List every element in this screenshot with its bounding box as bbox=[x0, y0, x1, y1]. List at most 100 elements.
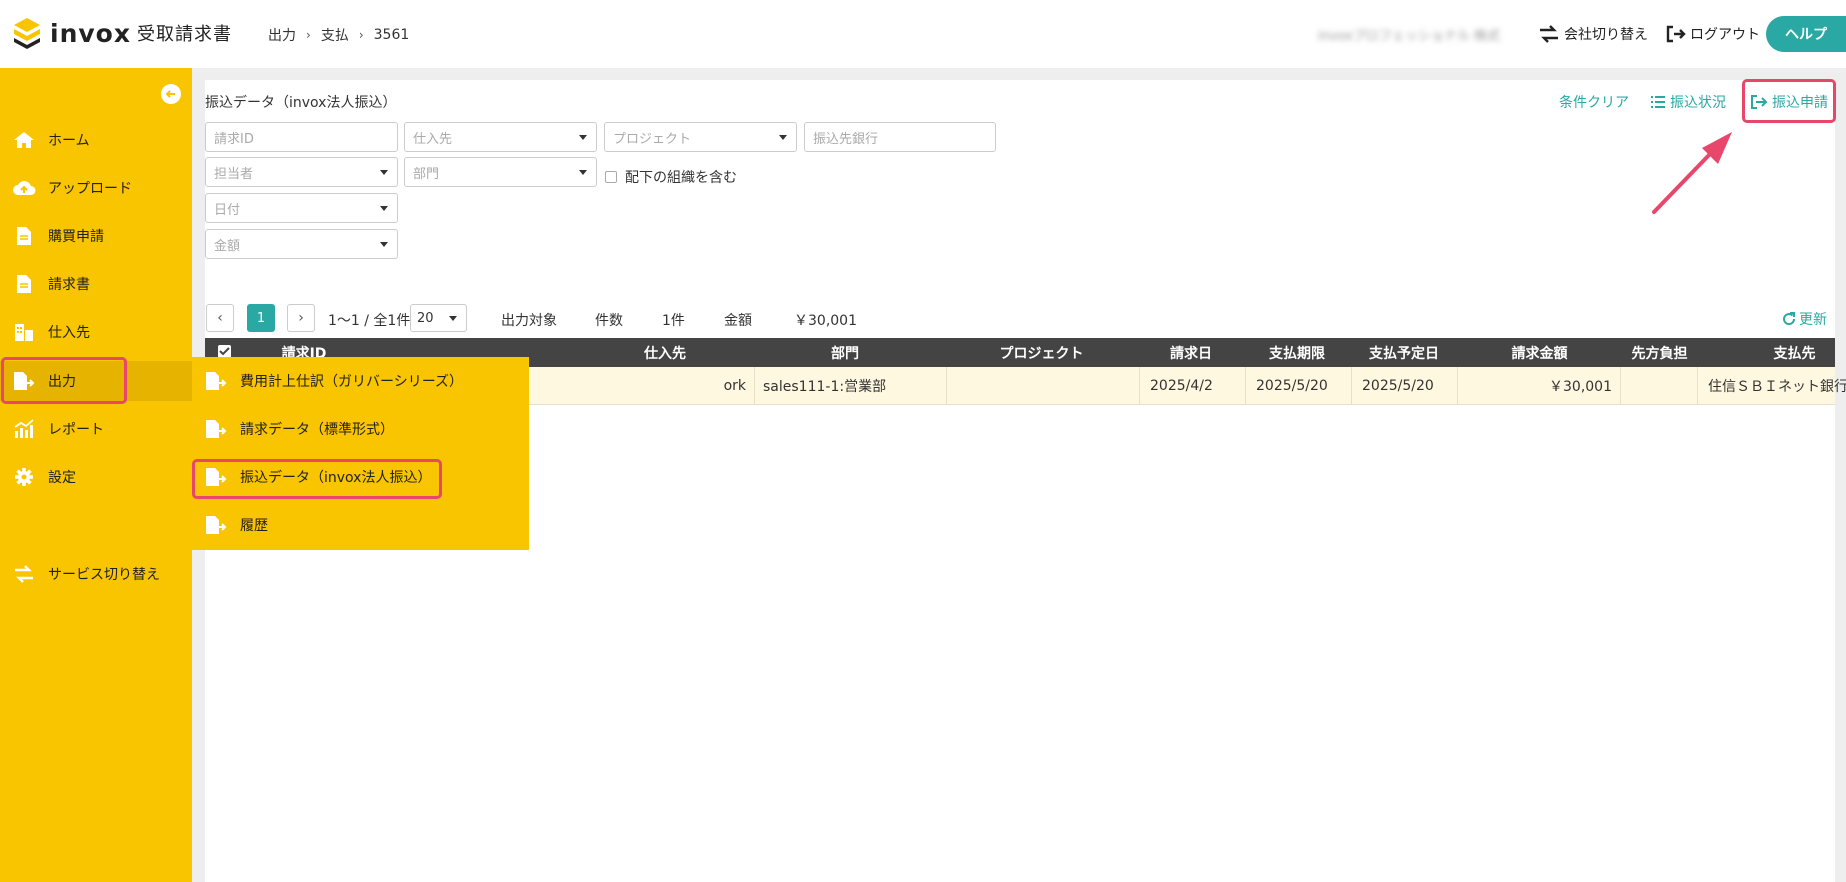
supplier-select[interactable]: 仕入先 bbox=[404, 122, 597, 152]
caret-down-icon bbox=[380, 242, 388, 247]
caret-down-icon bbox=[449, 316, 457, 321]
breadcrumb-item[interactable]: 支払 bbox=[321, 25, 349, 45]
app-header: invox 受取請求書 出力 › 支払 › 3561 invoxプロフェッショナ… bbox=[0, 0, 1846, 68]
logo-cube-icon bbox=[12, 16, 42, 50]
sidebar-item-switch-service[interactable]: サービス切り替え bbox=[0, 554, 192, 594]
column-header[interactable]: 仕入先 bbox=[585, 338, 745, 367]
transfer-status-label: 振込状況 bbox=[1670, 95, 1726, 111]
check-icon bbox=[219, 347, 230, 356]
column-header[interactable]: プロジェクト bbox=[945, 338, 1138, 367]
switch-company-link[interactable]: 会社切り替え bbox=[1538, 24, 1648, 44]
list-icon bbox=[1651, 96, 1665, 108]
amount-value: ￥30,001 bbox=[794, 313, 857, 329]
submenu-item-invoice-data[interactable]: 請求データ（標準形式） bbox=[192, 409, 529, 449]
sidebar-item-label: アップロード bbox=[48, 181, 132, 197]
logo-text: invox bbox=[50, 18, 131, 48]
invoice-id-placeholder: 請求ID bbox=[214, 131, 254, 147]
collapse-sidebar-button[interactable] bbox=[161, 84, 181, 104]
caret-down-icon bbox=[380, 170, 388, 175]
sidebar-item-invoices[interactable]: 請求書 bbox=[0, 264, 192, 304]
column-header[interactable]: 部門 bbox=[745, 338, 945, 367]
caret-down-icon bbox=[779, 135, 787, 140]
per-page-select[interactable]: 20 bbox=[410, 304, 467, 332]
gear-icon bbox=[12, 466, 36, 488]
count-value: 1件 bbox=[662, 313, 685, 329]
count-label: 件数 bbox=[595, 313, 623, 329]
column-header[interactable]: 請求日 bbox=[1138, 338, 1244, 367]
amount-select[interactable]: 金額 bbox=[205, 229, 398, 259]
breadcrumb-item: 3561 bbox=[373, 27, 410, 43]
sidebar-item-upload[interactable]: アップロード bbox=[0, 168, 192, 208]
page-title: 振込データ（invox法人振込） bbox=[205, 95, 397, 111]
breadcrumb: 出力 › 支払 › 3561 bbox=[268, 25, 409, 45]
chart-icon bbox=[12, 418, 36, 440]
department-select[interactable]: 部門 bbox=[404, 157, 597, 187]
column-header[interactable]: 支払先 bbox=[1698, 338, 1846, 367]
page-1-button[interactable]: 1 bbox=[247, 304, 275, 332]
assignee-select[interactable]: 担当者 bbox=[205, 157, 398, 187]
file-export-icon bbox=[204, 514, 228, 536]
per-page-value: 20 bbox=[417, 310, 434, 326]
clear-conditions-link[interactable]: 条件クリア bbox=[1559, 92, 1629, 112]
column-header[interactable]: 請求金額 bbox=[1458, 338, 1621, 367]
cell-supplier: ork bbox=[530, 367, 755, 405]
sidebar-item-home[interactable]: ホーム bbox=[0, 120, 192, 160]
arrow-left-icon bbox=[165, 90, 175, 98]
breadcrumb-item[interactable]: 出力 bbox=[268, 25, 296, 45]
help-button[interactable]: ヘルプ bbox=[1766, 16, 1846, 52]
switch-icon bbox=[12, 563, 36, 585]
refresh-button[interactable]: 更新 bbox=[1782, 309, 1827, 329]
file-export-icon bbox=[204, 418, 228, 440]
document-icon bbox=[12, 225, 36, 247]
sidebar-item-purchase-request[interactable]: 購買申請 bbox=[0, 216, 192, 256]
include-sub-checkbox[interactable]: 配下の組織を含む bbox=[605, 167, 737, 187]
sidebar-item-label: 仕入先 bbox=[48, 325, 90, 341]
chevron-left-icon: ‹ bbox=[217, 310, 223, 326]
department-placeholder: 部門 bbox=[413, 166, 440, 182]
next-page-button[interactable]: › bbox=[287, 304, 315, 332]
chevron-right-icon: › bbox=[358, 28, 364, 42]
switch-company-label: 会社切り替え bbox=[1564, 27, 1648, 43]
include-sub-label: 配下の組織を含む bbox=[625, 170, 737, 186]
sidebar-item-suppliers[interactable]: 仕入先 bbox=[0, 312, 192, 352]
page-range: 1〜1 / 全1件 bbox=[328, 313, 411, 329]
invox-logo[interactable]: invox 受取請求書 bbox=[12, 16, 232, 50]
date-placeholder: 日付 bbox=[214, 202, 241, 218]
cell-amount: ￥30,001 bbox=[1458, 367, 1621, 405]
cell-payee: 住信ＳＢＩネット銀行 bbox=[1698, 367, 1846, 405]
checkbox-icon bbox=[605, 171, 617, 183]
logout-link[interactable]: ログアウト bbox=[1666, 24, 1760, 44]
submenu-item-label: 履歴 bbox=[240, 518, 268, 534]
logout-icon bbox=[1666, 25, 1686, 43]
cell-department: sales111-1:営業部 bbox=[755, 367, 947, 405]
cell-due-date: 2025/5/20 bbox=[1246, 367, 1352, 405]
date-select[interactable]: 日付 bbox=[205, 193, 398, 223]
project-select[interactable]: プロジェクト bbox=[604, 122, 797, 152]
company-name: invoxプロフェッショナル 株式 bbox=[1318, 29, 1500, 43]
prev-page-button[interactable]: ‹ bbox=[206, 304, 234, 332]
switch-arrows-icon bbox=[1540, 25, 1558, 43]
assignee-placeholder: 担当者 bbox=[214, 166, 254, 182]
output-target-label: 出力対象 bbox=[501, 313, 557, 329]
output-submenu: 費用計上仕訳（ガリバーシリーズ） 請求データ（標準形式） 振込データ（invox… bbox=[192, 357, 529, 550]
column-header[interactable]: 支払予定日 bbox=[1350, 338, 1458, 367]
logo-subtitle: 受取請求書 bbox=[136, 24, 232, 45]
sidebar-item-label: ホーム bbox=[48, 133, 90, 149]
sidebar-item-label: 請求書 bbox=[48, 277, 90, 293]
supplier-placeholder: 仕入先 bbox=[413, 131, 453, 147]
submenu-item-expense-journal[interactable]: 費用計上仕訳（ガリバーシリーズ） bbox=[192, 361, 529, 401]
column-header[interactable]: 先方負担 bbox=[1621, 338, 1698, 367]
sidebar-item-label: 購買申請 bbox=[48, 229, 104, 245]
bank-input[interactable]: 振込先銀行 bbox=[804, 122, 996, 152]
caret-down-icon bbox=[380, 206, 388, 211]
sidebar-item-settings[interactable]: 設定 bbox=[0, 457, 192, 497]
invoice-id-input[interactable]: 請求ID bbox=[205, 122, 398, 152]
building-icon bbox=[12, 321, 36, 343]
project-placeholder: プロジェクト bbox=[613, 131, 692, 147]
transfer-status-link[interactable]: 振込状況 bbox=[1651, 92, 1726, 112]
submenu-item-history[interactable]: 履歴 bbox=[192, 505, 529, 545]
amount-label: 金額 bbox=[724, 313, 752, 329]
column-header[interactable]: 支払期限 bbox=[1244, 338, 1350, 367]
home-icon bbox=[12, 129, 36, 151]
sidebar-item-reports[interactable]: レポート bbox=[0, 409, 192, 449]
